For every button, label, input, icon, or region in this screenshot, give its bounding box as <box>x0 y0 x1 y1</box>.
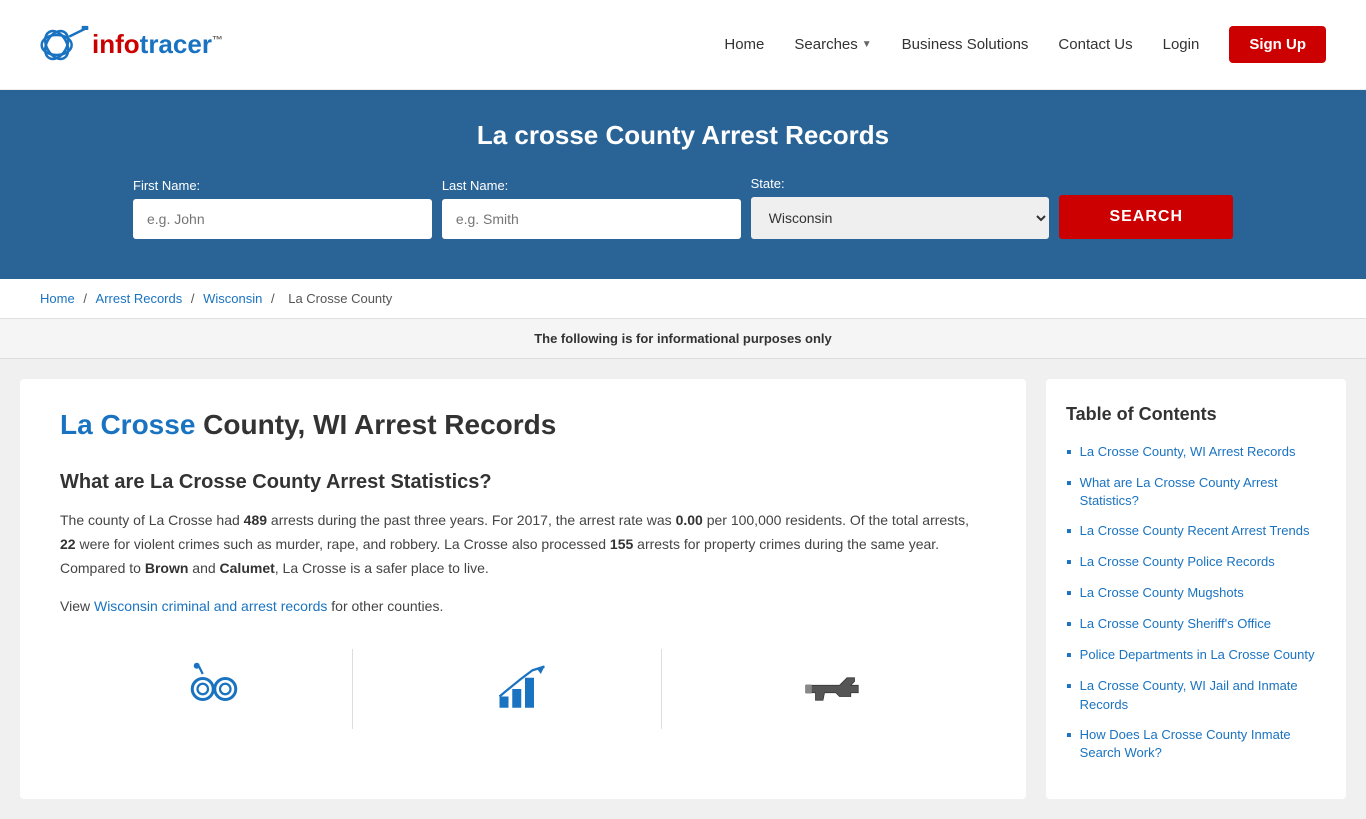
toc-item: La Crosse County, WI Arrest Records <box>1066 443 1326 462</box>
arrest-rate: 0.00 <box>676 512 703 528</box>
main-content: La Crosse County, WI Arrest Records What… <box>0 359 1366 819</box>
breadcrumb-wisconsin[interactable]: Wisconsin <box>203 291 262 306</box>
last-name-input[interactable] <box>442 199 741 239</box>
hero-title: La crosse County Arrest Records <box>40 120 1326 151</box>
toc-item: Police Departments in La Crosse County <box>1066 646 1326 665</box>
breadcrumb: Home / Arrest Records / Wisconsin / La C… <box>0 279 1366 319</box>
header: infotracer™ Home Searches ▼ Business Sol… <box>0 0 1366 90</box>
toc-item: La Crosse County Mugshots <box>1066 584 1326 603</box>
nav-business-solutions[interactable]: Business Solutions <box>902 36 1029 53</box>
first-name-group: First Name: <box>133 178 432 239</box>
login-button[interactable]: Login <box>1163 36 1200 53</box>
hero-section: La crosse County Arrest Records First Na… <box>0 90 1366 279</box>
toc-item: How Does La Crosse County Inmate Search … <box>1066 726 1326 762</box>
toc-link-6[interactable]: Police Departments in La Crosse County <box>1080 646 1315 664</box>
view-paragraph: View Wisconsin criminal and arrest recor… <box>60 595 986 619</box>
breadcrumb-home[interactable]: Home <box>40 291 75 306</box>
chevron-down-icon: ▼ <box>862 39 872 50</box>
sidebar-toc: Table of Contents La Crosse County, WI A… <box>1046 379 1346 799</box>
toc-link-3[interactable]: La Crosse County Police Records <box>1080 553 1275 571</box>
stats-paragraph: The county of La Crosse had 489 arrests … <box>60 509 986 580</box>
gun-icon <box>802 659 862 719</box>
violent-count: 22 <box>60 536 76 552</box>
toc-item: La Crosse County Sheriff's Office <box>1066 615 1326 634</box>
first-name-label: First Name: <box>133 178 200 193</box>
logo[interactable]: infotracer™ <box>40 20 223 70</box>
search-form: First Name: Last Name: State: Alabama Al… <box>133 176 1233 239</box>
toc-link-0[interactable]: La Crosse County, WI Arrest Records <box>1080 443 1296 461</box>
toc-link-1[interactable]: What are La Crosse County Arrest Statist… <box>1080 474 1326 510</box>
icon-arrest <box>75 649 353 729</box>
state-group: State: Alabama Alaska Arizona Arkansas C… <box>751 176 1050 239</box>
toc-link-7[interactable]: La Crosse County, WI Jail and Inmate Rec… <box>1080 677 1326 713</box>
icon-stats <box>384 649 662 729</box>
arrests-count: 489 <box>244 512 267 528</box>
last-name-group: Last Name: <box>442 178 741 239</box>
logo-text: infotracer™ <box>92 29 223 60</box>
article-title-highlight: La Crosse <box>60 409 195 440</box>
nav-home[interactable]: Home <box>724 36 764 53</box>
info-notice: The following is for informational purpo… <box>0 319 1366 359</box>
toc-heading: Table of Contents <box>1066 404 1326 425</box>
icon-police <box>693 649 971 729</box>
county1: Brown <box>145 560 189 576</box>
article: La Crosse County, WI Arrest Records What… <box>20 379 1026 799</box>
article-title: La Crosse County, WI Arrest Records <box>60 409 986 441</box>
breadcrumb-arrest-records[interactable]: Arrest Records <box>96 291 183 306</box>
search-button[interactable]: SEARCH <box>1059 195 1233 239</box>
nav-contact-us[interactable]: Contact Us <box>1058 36 1132 53</box>
stats-heading: What are La Crosse County Arrest Statist… <box>60 471 986 494</box>
toc-item: La Crosse County Police Records <box>1066 553 1326 572</box>
breadcrumb-current: La Crosse County <box>288 291 392 306</box>
toc-item: What are La Crosse County Arrest Statist… <box>1066 474 1326 510</box>
toc-list: La Crosse County, WI Arrest Records What… <box>1066 443 1326 762</box>
state-select[interactable]: Alabama Alaska Arizona Arkansas Californ… <box>751 197 1050 239</box>
toc-item: La Crosse County Recent Arrest Trends <box>1066 522 1326 541</box>
first-name-input[interactable] <box>133 199 432 239</box>
wisconsin-records-link[interactable]: Wisconsin criminal and arrest records <box>94 598 327 614</box>
toc-link-2[interactable]: La Crosse County Recent Arrest Trends <box>1080 522 1310 540</box>
property-count: 155 <box>610 536 633 552</box>
toc-link-5[interactable]: La Crosse County Sheriff's Office <box>1080 615 1271 633</box>
toc-item: La Crosse County, WI Jail and Inmate Rec… <box>1066 677 1326 713</box>
article-title-rest: County, WI Arrest Records <box>195 409 556 440</box>
icons-row <box>60 639 986 729</box>
state-label: State: <box>751 176 785 191</box>
nav-searches[interactable]: Searches ▼ <box>794 36 871 53</box>
toc-link-4[interactable]: La Crosse County Mugshots <box>1080 584 1244 602</box>
last-name-label: Last Name: <box>442 178 508 193</box>
signup-button[interactable]: Sign Up <box>1229 26 1326 63</box>
main-nav: Home Searches ▼ Business Solutions Conta… <box>724 26 1326 63</box>
handcuffs-icon <box>184 659 244 719</box>
chart-icon <box>492 659 552 719</box>
county2: Calumet <box>220 560 275 576</box>
toc-link-8[interactable]: How Does La Crosse County Inmate Search … <box>1080 726 1326 762</box>
